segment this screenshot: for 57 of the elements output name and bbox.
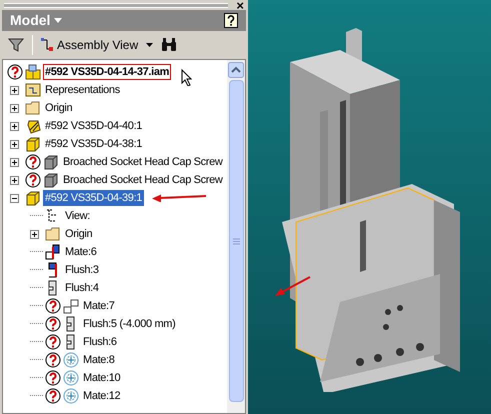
- tree-item[interactable]: Mate:10: [81, 370, 122, 386]
- axis-mate-icon: [63, 388, 79, 404]
- tree-item[interactable]: #592 VS35D-04-38:1: [43, 136, 144, 152]
- part-cube-icon: [25, 190, 41, 206]
- tree-item[interactable]: Broached Socket Head Cap Screw: [61, 172, 224, 188]
- binoculars-icon[interactable]: [161, 38, 178, 52]
- mouse-cursor-icon: [181, 69, 192, 86]
- pointer-arrow: [274, 275, 312, 297]
- tree-item[interactable]: Representations: [43, 82, 122, 98]
- expand-icon[interactable]: [10, 86, 19, 94]
- tree-item[interactable]: Flush:6: [81, 334, 119, 350]
- collapse-icon[interactable]: [10, 194, 19, 202]
- help-icon[interactable]: [224, 13, 238, 28]
- expand-icon[interactable]: [30, 230, 39, 238]
- tree-item[interactable]: Origin: [43, 100, 74, 116]
- pointer-arrow: [152, 194, 206, 202]
- tree-item[interactable]: Mate:7: [81, 298, 117, 314]
- tree-item[interactable]: Mate:8: [81, 352, 117, 368]
- tree-item[interactable]: Flush:4: [63, 280, 101, 296]
- tree-item[interactable]: Flush:3: [63, 262, 101, 278]
- dropdown-caret-icon[interactable]: [146, 43, 154, 47]
- tree-item[interactable]: #592 VS35D-04-39:1: [43, 190, 144, 206]
- scrollbar[interactable]: [227, 60, 245, 413]
- tree-item[interactable]: View:: [63, 208, 92, 224]
- expand-icon[interactable]: [10, 158, 19, 166]
- mate-icon: [63, 298, 79, 314]
- part-cube-icon: [43, 172, 59, 188]
- panel-title[interactable]: Model: [10, 10, 50, 31]
- tree-item[interactable]: Origin: [63, 226, 94, 242]
- part-cube-icon: [25, 136, 41, 152]
- assembly-icon: [25, 64, 41, 80]
- expand-icon[interactable]: [10, 176, 19, 184]
- grip-bar[interactable]: [4, 2, 228, 8]
- tree-item[interactable]: Mate:6: [63, 244, 99, 260]
- scroll-up-icon[interactable]: [228, 62, 244, 78]
- filter-icon[interactable]: [8, 37, 24, 53]
- part-pin-icon: [25, 118, 41, 134]
- tree-item[interactable]: #592 VS35D-04-14-37.iam: [43, 64, 172, 80]
- assembly-view-button[interactable]: Assembly View: [41, 36, 138, 54]
- axis-mate-icon: [63, 370, 79, 386]
- tree-item[interactable]: Broached Socket Head Cap Screw: [61, 154, 224, 170]
- tree-item[interactable]: Flush:5 (-4.000 mm): [81, 316, 178, 332]
- expand-icon[interactable]: [10, 104, 19, 112]
- close-button[interactable]: ×: [236, 0, 244, 12]
- tree-item[interactable]: Mate:12: [81, 388, 122, 404]
- tree-item[interactable]: #592 VS35D-04-40:1: [43, 118, 144, 134]
- hierarchy-icon: [41, 38, 53, 52]
- representations-icon: [25, 82, 41, 98]
- mate-icon: [45, 244, 61, 260]
- expand-icon[interactable]: [10, 140, 19, 148]
- folder-icon: [25, 100, 41, 116]
- scroll-thumb[interactable]: [228, 80, 244, 402]
- folder-icon: [45, 226, 61, 242]
- expand-icon[interactable]: [10, 122, 19, 130]
- axis-mate-icon: [63, 352, 79, 368]
- part-cube-icon: [43, 154, 59, 170]
- 3d-viewport[interactable]: [248, 0, 491, 414]
